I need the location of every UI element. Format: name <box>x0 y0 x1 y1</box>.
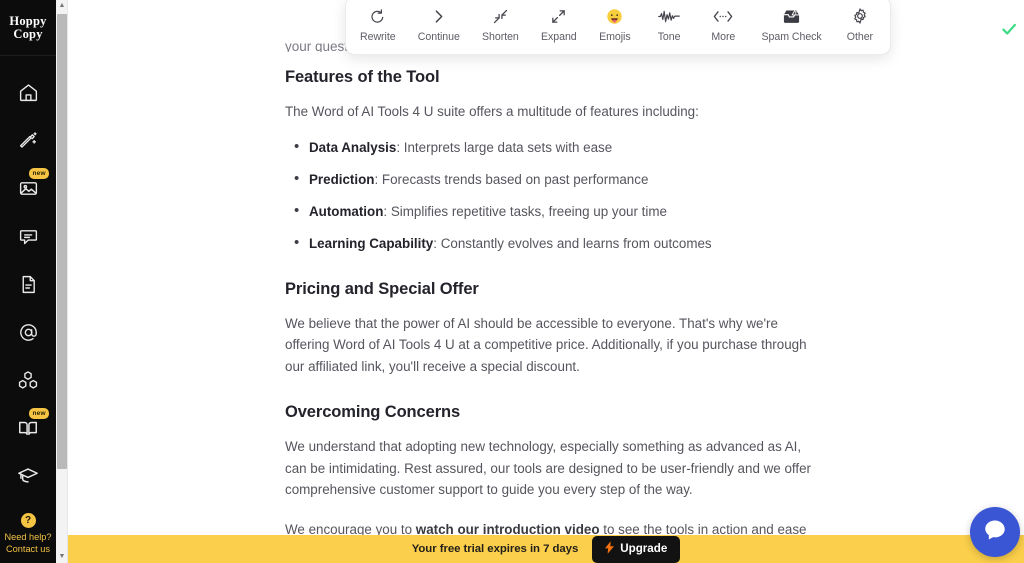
open-book-icon <box>17 417 39 439</box>
sidebar-nav: new new <box>0 68 56 513</box>
toolbar-label: Emojis <box>599 30 631 43</box>
features-list: Data Analysis: Interprets large data set… <box>285 136 825 254</box>
scroll-down-arrow[interactable]: ▼ <box>56 551 68 563</box>
refresh-icon <box>369 7 386 26</box>
toolbar-button-emojis[interactable]: Emojis <box>595 7 635 43</box>
chat-bubble-icon <box>982 517 1008 548</box>
toolbar-label: Tone <box>657 30 681 43</box>
new-badge: new <box>29 168 50 179</box>
toolbar-button-continue[interactable]: Continue <box>414 7 464 43</box>
sidebar-item-library[interactable]: new <box>0 404 56 452</box>
toolbar-button-expand[interactable]: Expand <box>537 7 581 43</box>
code-dots-icon <box>713 7 733 26</box>
blocks-icon <box>17 369 39 391</box>
feature-term: Automation <box>309 203 384 219</box>
toolbar-button-rewrite[interactable]: Rewrite <box>356 7 400 43</box>
sidebar: Hoppy Copy new new ? Need help? Contact … <box>0 0 56 563</box>
gear-icon <box>851 7 869 26</box>
at-sign-icon <box>18 322 39 343</box>
support-chat-button[interactable] <box>970 507 1020 557</box>
feature-term: Data Analysis <box>309 139 397 155</box>
sidebar-item-images[interactable]: new <box>0 164 56 212</box>
toolbar-label: Rewrite <box>360 30 396 43</box>
help-line-1: Need help? <box>4 532 52 542</box>
logo-line-1: Hoppy <box>9 13 47 28</box>
arrows-in-icon <box>492 7 509 26</box>
toolbar-label: Expand <box>541 30 577 43</box>
chevron-right-icon <box>430 7 447 26</box>
section-heading-concerns: Overcoming Concerns <box>285 403 461 421</box>
ai-assist-toolbar: Rewrite Continue Shorten Expand Emojis T… <box>345 0 891 55</box>
feature-term: Prediction <box>309 171 375 187</box>
green-check-icon <box>1000 23 1018 42</box>
toolbar-label: More <box>711 30 736 43</box>
feature-desc: : Forecasts trends based on past perform… <box>374 171 649 187</box>
feature-desc: : Constantly evolves and learns from out… <box>433 235 712 251</box>
help-line-2: Contact us <box>6 544 50 554</box>
upgrade-label: Upgrade <box>620 542 668 555</box>
sidebar-item-mentions[interactable] <box>0 308 56 356</box>
app-logo[interactable]: Hoppy Copy <box>0 0 56 56</box>
sidebar-item-chat[interactable] <box>0 212 56 260</box>
list-item: Data Analysis: Interprets large data set… <box>285 136 825 158</box>
new-badge: new <box>29 408 50 419</box>
image-icon <box>18 178 39 199</box>
toolbar-button-more[interactable]: More <box>703 7 743 43</box>
sidebar-item-home[interactable] <box>0 68 56 116</box>
vertical-scrollbar[interactable]: ▲ ▼ <box>56 0 68 563</box>
toolbar-button-other[interactable]: Other <box>840 7 880 43</box>
help-contact[interactable]: ? Need help? Contact us <box>0 513 56 563</box>
arrows-out-icon <box>550 7 567 26</box>
toolbar-label: Shorten <box>482 30 519 43</box>
toolbar-label: Continue <box>417 30 460 43</box>
list-item: Learning Capability: Constantly evolves … <box>285 232 825 254</box>
concerns-body: We understand that adopting new technolo… <box>285 439 812 497</box>
toolbar-label: Spam Check <box>761 30 822 43</box>
feature-term: Learning Capability <box>309 235 434 251</box>
app-root: Hoppy Copy new new ? Need help? Contact … <box>0 0 1024 563</box>
feature-desc: : Simplifies repetitive tasks, freeing u… <box>383 203 667 219</box>
feature-desc: : Interprets large data sets with ease <box>396 139 613 155</box>
saved-status-indicator <box>1000 20 1018 43</box>
home-icon <box>18 82 39 103</box>
list-item: Automation: Simplifies repetitive tasks,… <box>285 200 825 222</box>
trial-message: Your free trial expires in 7 days <box>411 543 579 555</box>
document-icon <box>18 274 39 295</box>
chat-bubble-icon <box>18 226 39 247</box>
magic-wand-icon <box>18 130 39 151</box>
toolbar-button-shorten[interactable]: Shorten <box>478 7 523 43</box>
logo-line-2: Copy <box>13 26 43 41</box>
upgrade-button[interactable]: Upgrade <box>592 535 681 563</box>
smiley-tongue-icon <box>606 7 623 26</box>
sidebar-item-documents[interactable] <box>0 260 56 308</box>
list-item: Prediction: Forecasts trends based on pa… <box>285 168 825 190</box>
sidebar-item-blocks[interactable] <box>0 356 56 404</box>
section-heading-features: Features of the Tool <box>285 68 440 86</box>
editor-canvas: your quest for knowledge and efficiency.… <box>68 0 1024 563</box>
toolbar-button-tone[interactable]: Tone <box>649 7 689 43</box>
trial-banner: Your free trial expires in 7 days Upgrad… <box>68 535 1024 563</box>
sidebar-item-magic[interactable] <box>0 116 56 164</box>
question-mark-icon: ? <box>20 513 36 528</box>
toolbar-button-spam-check[interactable]: Spam Check <box>758 7 826 43</box>
sidebar-item-academy[interactable] <box>0 452 56 500</box>
lightning-bolt-icon <box>605 540 615 557</box>
toolbar-label: Other <box>846 30 874 43</box>
document-body[interactable]: your quest for knowledge and efficiency.… <box>285 40 825 563</box>
inbox-warning-icon <box>782 7 801 26</box>
graduation-cap-icon <box>17 465 39 487</box>
pricing-body: We believe that the power of AI should b… <box>285 315 807 374</box>
scrollbar-thumb[interactable] <box>57 14 67 469</box>
waveform-icon <box>658 7 680 26</box>
features-intro: The Word of AI Tools 4 U suite offers a … <box>285 104 699 119</box>
scroll-up-arrow[interactable]: ▲ <box>56 0 68 12</box>
section-heading-pricing: Pricing and Special Offer <box>285 279 479 298</box>
